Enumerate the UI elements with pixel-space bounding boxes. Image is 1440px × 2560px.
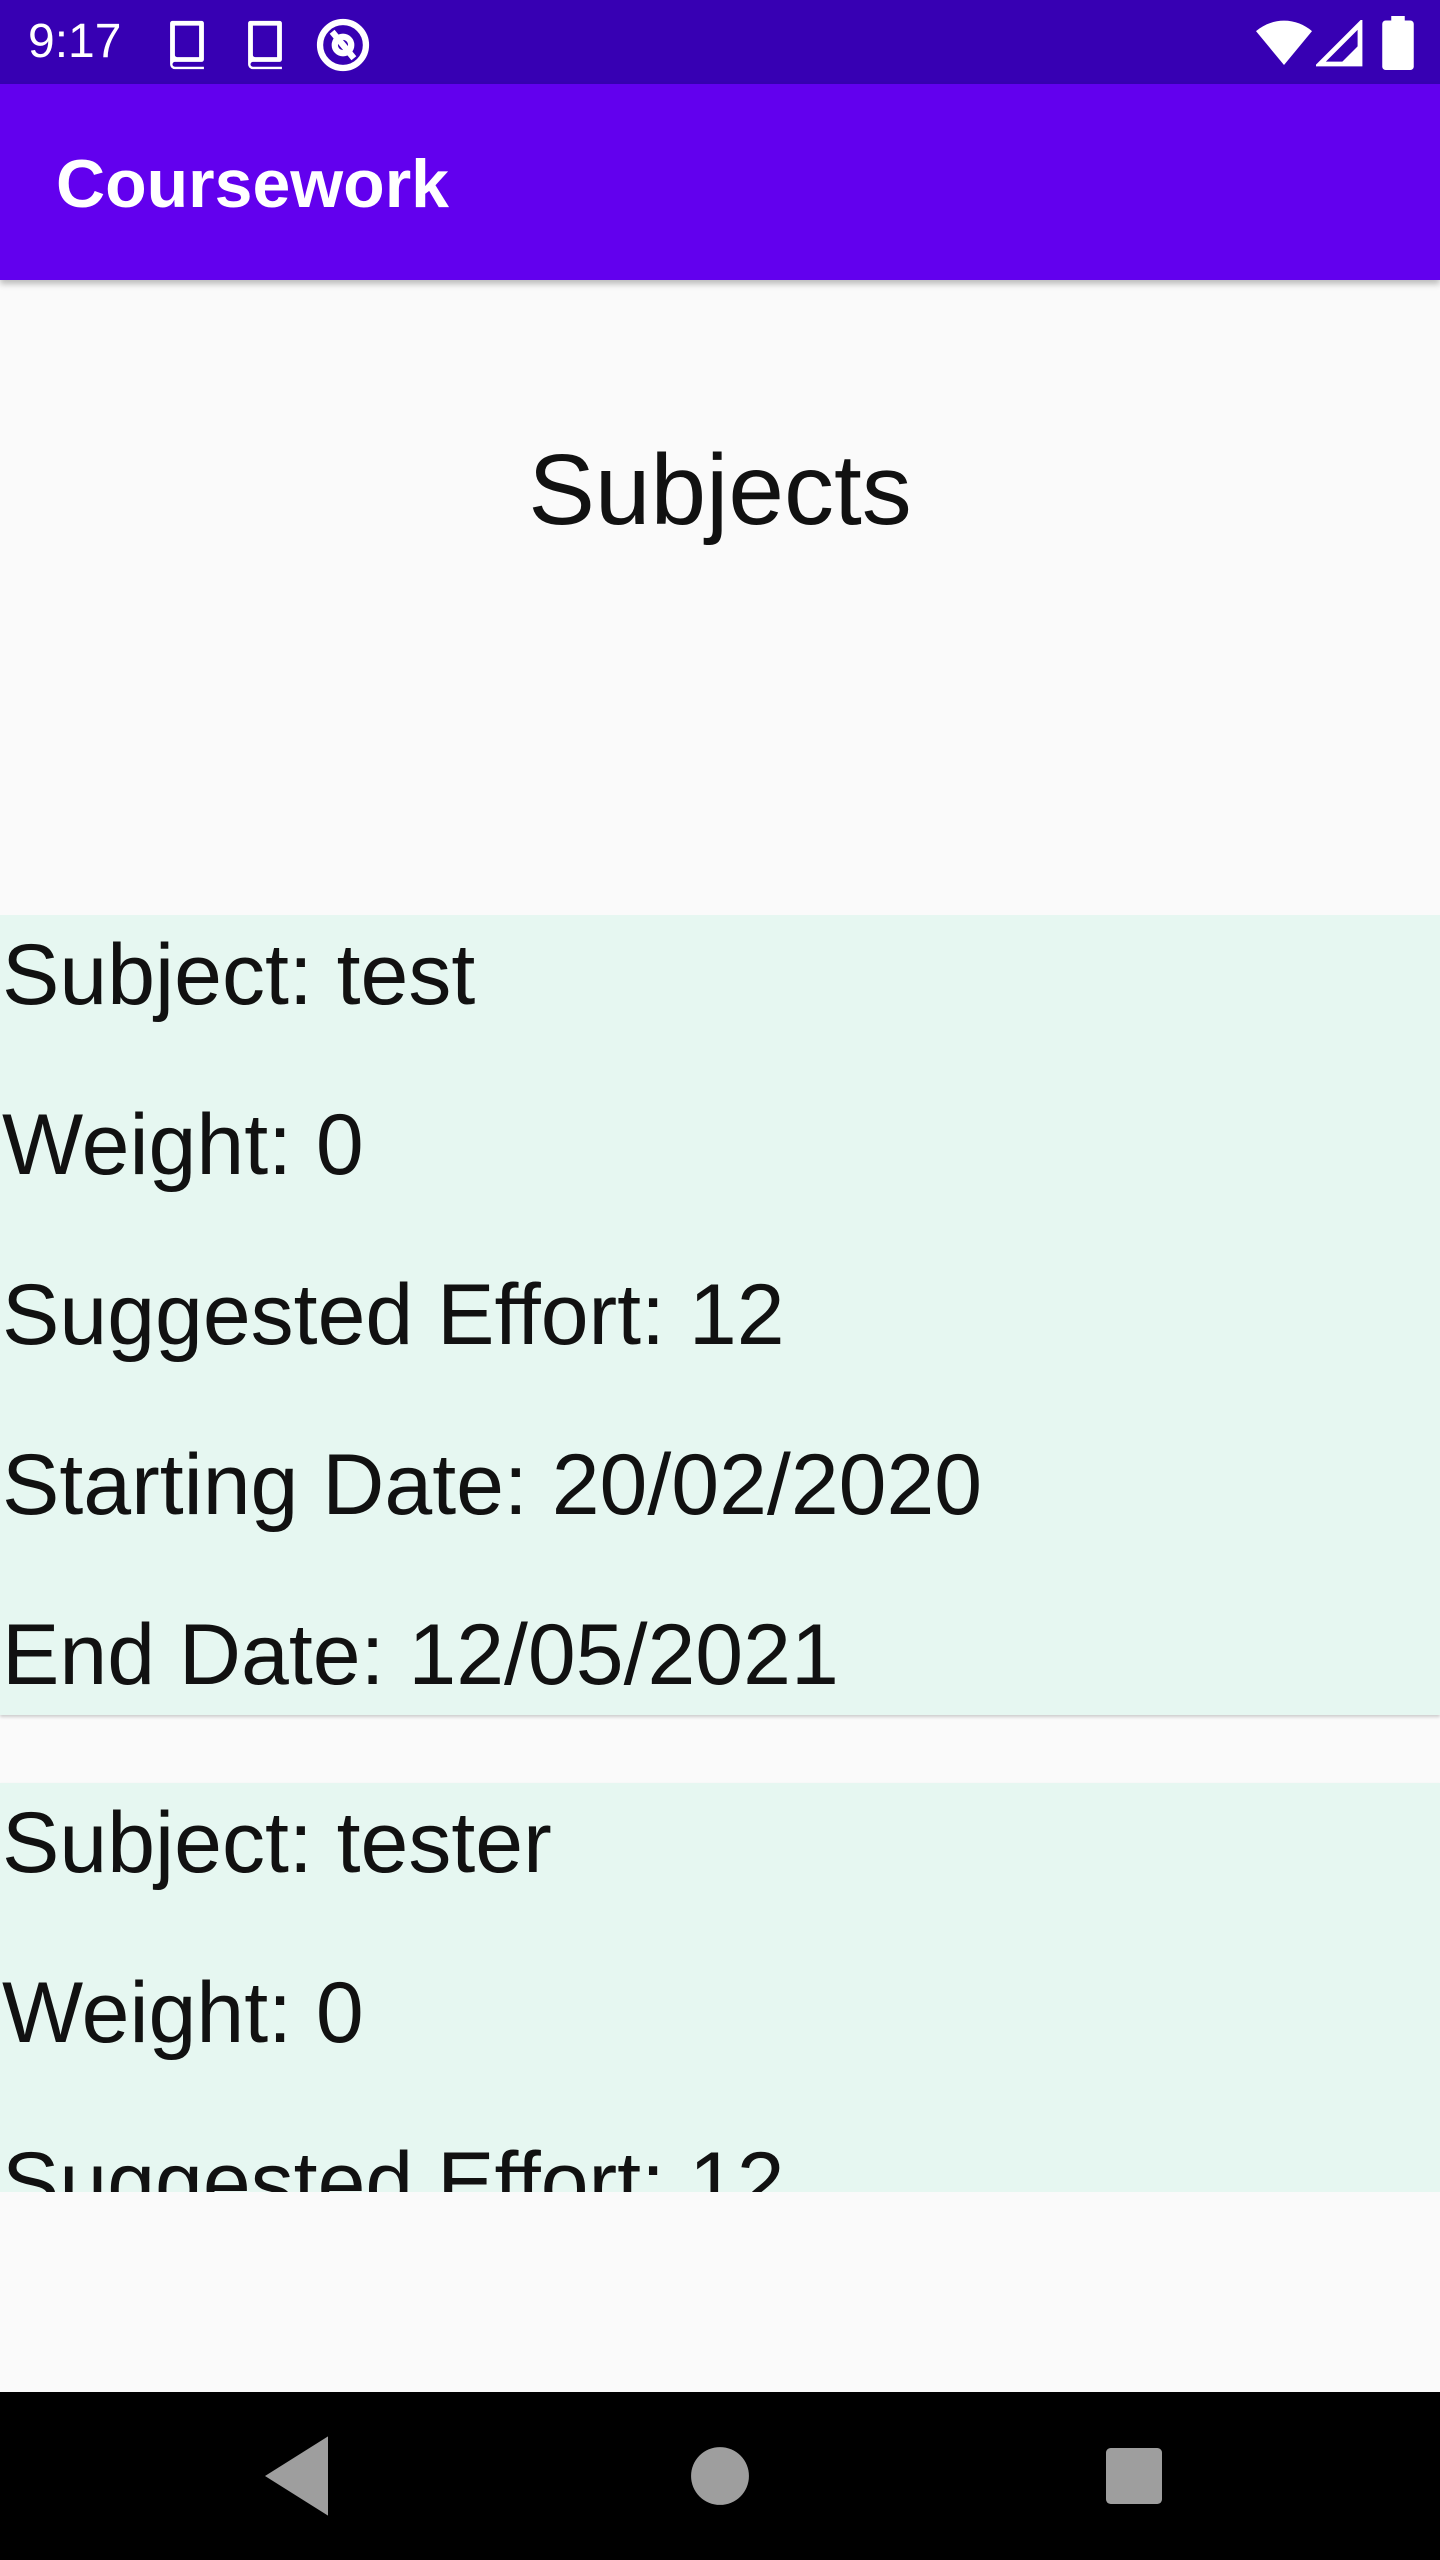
navigation-bar xyxy=(0,2392,1440,2560)
back-icon[interactable] xyxy=(244,2420,356,2532)
main-content: Subjects Subject: test Weight: 0 Suggest… xyxy=(0,280,1440,2192)
subject-list: Subject: test Weight: 0 Suggested Effort… xyxy=(0,915,1440,2192)
book-icon xyxy=(248,20,282,70)
home-icon[interactable] xyxy=(664,2420,776,2532)
page-title: Subjects xyxy=(528,434,912,546)
subject-weight: Weight: 0 xyxy=(2,1097,364,1193)
recents-icon[interactable] xyxy=(1078,2420,1190,2532)
subject-end-date: End Date: 12/05/2021 xyxy=(2,1607,839,1703)
subject-suggested-effort: Suggested Effort: 12 xyxy=(2,1267,785,1363)
subject-weight: Weight: 0 xyxy=(2,1965,364,2061)
status-time: 9:17 xyxy=(28,15,122,68)
subject-list-scroll[interactable]: Subject: test Weight: 0 Suggested Effort… xyxy=(0,915,1440,2192)
at-sign-icon xyxy=(316,18,370,72)
subject-starting-date: Starting Date: 20/02/2020 xyxy=(2,1437,983,1533)
app-title: Coursework xyxy=(56,146,449,222)
status-bar: 9:17 xyxy=(0,0,1440,84)
subject-name: Subject: test xyxy=(2,927,476,1023)
subject-suggested-effort: Suggested Effort: 12 xyxy=(2,2135,785,2192)
subject-name: Subject: tester xyxy=(2,1795,552,1891)
wifi-icon xyxy=(1256,20,1312,66)
subject-card[interactable]: Subject: test Weight: 0 Suggested Effort… xyxy=(0,915,1440,1715)
book-icon xyxy=(170,20,204,70)
subject-card[interactable]: Subject: tester Weight: 0 Suggested Effo… xyxy=(0,1783,1440,2192)
app-bar: Coursework xyxy=(0,84,1440,280)
battery-icon xyxy=(1382,16,1414,70)
cell-signal-icon xyxy=(1316,20,1363,67)
